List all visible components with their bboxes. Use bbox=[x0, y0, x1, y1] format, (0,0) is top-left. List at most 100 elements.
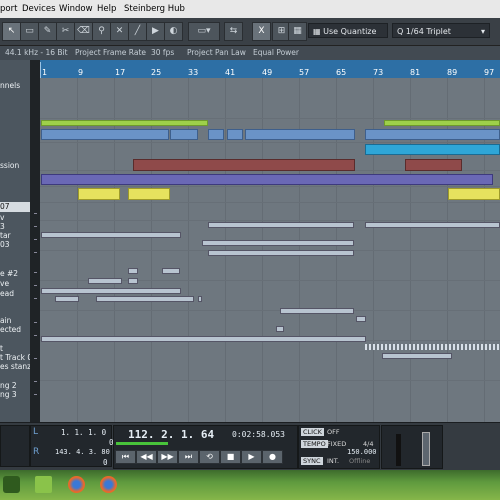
go-to-start-icon[interactable]: ⏮ bbox=[115, 450, 136, 464]
audio-event[interactable] bbox=[365, 144, 500, 155]
track-name[interactable]: ain bbox=[0, 316, 30, 325]
audio-event[interactable] bbox=[41, 129, 169, 140]
auto-scroll-icon[interactable]: ⇆ bbox=[224, 22, 243, 41]
erase-tool-icon[interactable]: ⌫ bbox=[74, 22, 93, 41]
quantize-type-select[interactable]: ▦ Use Quantize bbox=[308, 23, 388, 38]
firefox-icon[interactable] bbox=[100, 476, 117, 493]
track-name[interactable]: 3 bbox=[0, 222, 30, 231]
right-locator-value[interactable]: 143. 4. 3. 80 bbox=[55, 448, 110, 456]
line-tool-icon[interactable]: ╱ bbox=[128, 22, 147, 41]
midi-event[interactable] bbox=[365, 222, 500, 228]
menu-item-steinberg-hub[interactable]: Steinberg Hub bbox=[124, 4, 185, 14]
track-name[interactable]: ng 2 bbox=[0, 381, 30, 390]
master-fader[interactable] bbox=[422, 432, 430, 466]
object-selection-tool-icon[interactable]: ↖ bbox=[2, 22, 21, 41]
tempo-button[interactable]: TEMPO bbox=[301, 440, 328, 448]
midi-event[interactable] bbox=[208, 222, 354, 228]
zoom-tool-icon[interactable]: ⚲ bbox=[92, 22, 111, 41]
midi-event[interactable] bbox=[128, 268, 138, 274]
midi-event[interactable] bbox=[202, 240, 354, 246]
secondary-time-display[interactable]: 0:02:58.053 bbox=[232, 430, 285, 439]
midi-event[interactable] bbox=[280, 308, 354, 314]
audio-event[interactable] bbox=[41, 174, 493, 185]
snap-icon[interactable]: X bbox=[252, 22, 271, 41]
sample-rate[interactable]: 44.1 kHz - 16 Bit bbox=[5, 48, 68, 57]
track-name[interactable]: t bbox=[0, 344, 30, 353]
track-name[interactable]: nnels bbox=[0, 81, 30, 90]
audio-event[interactable] bbox=[384, 120, 500, 126]
midi-event[interactable] bbox=[96, 296, 194, 302]
arrangement-area[interactable] bbox=[40, 78, 500, 422]
midi-event[interactable] bbox=[78, 188, 120, 200]
pan-law-value[interactable]: Equal Power bbox=[253, 48, 299, 57]
midi-event[interactable] bbox=[41, 336, 366, 342]
menu-item-help[interactable]: Help bbox=[97, 4, 116, 14]
cycle-icon[interactable]: ⟲ bbox=[199, 450, 220, 464]
play-icon[interactable]: ▶ bbox=[241, 450, 262, 464]
color-selector-icon[interactable]: ▭▾ bbox=[188, 22, 220, 41]
audio-event[interactable] bbox=[365, 129, 500, 140]
color-tool-icon[interactable]: ◐ bbox=[164, 22, 183, 41]
midi-event[interactable] bbox=[128, 278, 138, 284]
go-to-end-icon[interactable]: ⏭ bbox=[178, 450, 199, 464]
audio-event[interactable] bbox=[405, 159, 462, 171]
frame-rate-label[interactable]: Project Frame Rate bbox=[75, 48, 146, 57]
fast-forward-icon[interactable]: ▶▶ bbox=[157, 450, 178, 464]
menu-item-devices[interactable]: Devices bbox=[22, 4, 56, 14]
audio-event[interactable] bbox=[227, 129, 243, 140]
split-tool-icon[interactable]: ✎ bbox=[38, 22, 57, 41]
firefox-icon[interactable] bbox=[68, 476, 85, 493]
stop-icon[interactable]: ■ bbox=[220, 450, 241, 464]
click-button[interactable]: CLICK bbox=[301, 428, 324, 436]
timeline-ruler[interactable]: 1 9 17 25 33 41 49 57 65 73 81 89 97 bbox=[40, 60, 500, 78]
track-name[interactable]: t Track 0 bbox=[0, 353, 30, 362]
play-tool-icon[interactable]: ▶ bbox=[146, 22, 165, 41]
midi-event[interactable] bbox=[356, 316, 366, 322]
midi-event[interactable] bbox=[88, 278, 122, 284]
track-name[interactable]: es stanz bbox=[0, 362, 30, 371]
tempo-value[interactable]: 150.000 bbox=[347, 448, 377, 456]
grid-type-icon[interactable]: ▦ bbox=[288, 22, 307, 41]
midi-event[interactable] bbox=[365, 344, 500, 350]
audio-event[interactable] bbox=[133, 159, 355, 171]
midi-event[interactable] bbox=[382, 353, 452, 359]
track-name[interactable]: ve bbox=[0, 279, 30, 288]
audio-event[interactable] bbox=[245, 129, 355, 140]
rewind-icon[interactable]: ◀◀ bbox=[136, 450, 157, 464]
track-name[interactable]: tar bbox=[0, 231, 30, 240]
taskbar-app-icon[interactable] bbox=[3, 476, 20, 493]
track-name[interactable]: 03 bbox=[0, 240, 30, 249]
audio-event[interactable] bbox=[208, 129, 224, 140]
track-name[interactable]: ected bbox=[0, 325, 30, 334]
sync-button[interactable]: SYNC bbox=[301, 457, 323, 465]
midi-event[interactable] bbox=[208, 250, 354, 256]
midi-event[interactable] bbox=[128, 188, 170, 200]
primary-time-display[interactable]: 112. 2. 1. 64 bbox=[128, 428, 214, 441]
track-name[interactable]: e #2 bbox=[0, 269, 30, 278]
midi-event[interactable] bbox=[276, 326, 284, 332]
left-locator-value[interactable]: 1. 1. 1. 0 bbox=[61, 428, 106, 437]
midi-event[interactable] bbox=[198, 296, 202, 302]
track-name[interactable]: ead bbox=[0, 289, 30, 298]
menu-item-export[interactable]: port bbox=[0, 4, 17, 14]
midi-event[interactable] bbox=[41, 232, 181, 238]
right-locator-offset[interactable]: 0 bbox=[103, 458, 108, 467]
pan-law-label[interactable]: Project Pan Law bbox=[187, 48, 246, 57]
audio-event[interactable] bbox=[170, 129, 198, 140]
track-name-selected[interactable]: 07 bbox=[0, 202, 30, 212]
midi-event[interactable] bbox=[162, 268, 180, 274]
track-name[interactable]: v bbox=[0, 213, 30, 222]
midi-event[interactable] bbox=[41, 288, 181, 294]
audio-event[interactable] bbox=[41, 120, 208, 126]
midi-event[interactable] bbox=[448, 188, 500, 200]
quantize-preset-select[interactable]: Q 1/64 Triplet ▾ bbox=[392, 23, 490, 38]
menu-item-window[interactable]: Window bbox=[59, 4, 93, 14]
frame-rate-value[interactable]: 30 fps bbox=[151, 48, 174, 57]
time-signature[interactable]: 4/4 bbox=[363, 440, 373, 448]
track-name[interactable]: ssion bbox=[0, 161, 30, 170]
range-tool-icon[interactable]: ▭ bbox=[20, 22, 39, 41]
windows-start-icon[interactable] bbox=[35, 476, 52, 493]
mute-tool-icon[interactable]: ✕ bbox=[110, 22, 129, 41]
track-name[interactable]: ng 3 bbox=[0, 390, 30, 399]
glue-tool-icon[interactable]: ✂ bbox=[56, 22, 75, 41]
